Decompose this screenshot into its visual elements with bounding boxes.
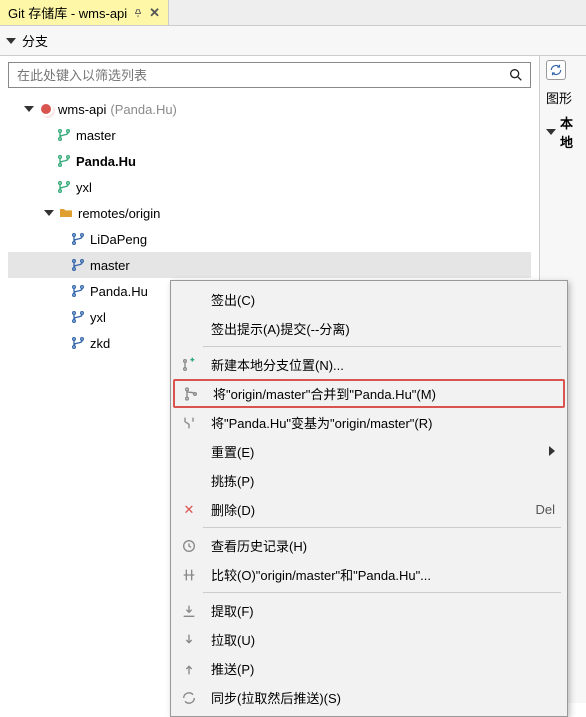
right-header-graph: 图形: [546, 88, 580, 107]
compare-icon: [177, 567, 201, 583]
close-icon[interactable]: ✕: [149, 5, 160, 21]
ctx-delete[interactable]: ✕删除(D)Del: [173, 495, 565, 524]
filter-input[interactable]: [15, 67, 502, 84]
filter-box[interactable]: [8, 62, 531, 88]
ctx-cherrypick[interactable]: 挑拣(P): [173, 466, 565, 495]
branch-label: LiDaPeng: [90, 232, 147, 247]
separator: [203, 592, 561, 593]
refresh-icon: [549, 63, 563, 77]
branch-label: master: [90, 258, 130, 273]
branch-icon: [56, 153, 72, 169]
ctx-checkout[interactable]: 签出(C): [173, 285, 565, 314]
branch-icon: [70, 257, 86, 273]
branch-remote[interactable]: LiDaPeng: [8, 226, 531, 252]
remotes-label: remotes/origin: [78, 206, 160, 221]
submenu-arrow-icon: [549, 444, 555, 459]
branch-icon: [70, 283, 86, 299]
branch-icon: [70, 309, 86, 325]
branch-local[interactable]: master: [8, 122, 531, 148]
pin-icon[interactable]: [133, 8, 143, 18]
chevron-down-icon[interactable]: [24, 106, 34, 112]
tab-bar: Git 存储库 - wms-api ✕: [0, 0, 586, 26]
branch-icon: [56, 179, 72, 195]
context-menu: 签出(C) 签出提示(A)提交(--分离) 新建本地分支位置(N)... 将"o…: [170, 280, 568, 717]
branch-label: yxl: [90, 310, 106, 325]
section-label: 分支: [22, 31, 48, 50]
branch-icon: [56, 127, 72, 143]
branch-label: zkd: [90, 336, 110, 351]
ctx-compare[interactable]: 比较(O)"origin/master"和"Panda.Hu"...: [173, 560, 565, 589]
branch-label: master: [76, 128, 116, 143]
history-icon: [177, 538, 201, 554]
refresh-button[interactable]: [546, 60, 566, 80]
ctx-rebase[interactable]: 将"Panda.Hu"变基为"origin/master"(R): [173, 408, 565, 437]
repo-owner: (Panda.Hu): [110, 102, 176, 117]
tab-git-repo[interactable]: Git 存储库 - wms-api ✕: [0, 0, 169, 25]
search-icon[interactable]: [508, 67, 524, 83]
push-icon: [177, 661, 201, 677]
folder-icon: [58, 205, 74, 221]
chevron-down-icon: [546, 129, 556, 135]
pull-icon: [177, 632, 201, 648]
tab-title: Git 存储库 - wms-api: [8, 3, 127, 22]
ctx-reset[interactable]: 重置(E): [173, 437, 565, 466]
branch-icon: [70, 335, 86, 351]
ctx-fetch[interactable]: 提取(F): [173, 596, 565, 625]
merge-icon: [179, 386, 203, 402]
shortcut: Del: [535, 502, 555, 517]
right-local-label: 本地: [560, 113, 580, 151]
git-icon: [38, 101, 54, 117]
expander-icon[interactable]: [6, 38, 16, 44]
separator: [203, 346, 561, 347]
section-header: 分支: [0, 26, 586, 56]
ctx-checkout-detached[interactable]: 签出提示(A)提交(--分离): [173, 314, 565, 343]
delete-icon: ✕: [177, 502, 201, 518]
repo-node[interactable]: wms-api (Panda.Hu): [8, 96, 531, 122]
ctx-history[interactable]: 查看历史记录(H): [173, 531, 565, 560]
ctx-pull[interactable]: 拉取(U): [173, 625, 565, 654]
fetch-icon: [177, 603, 201, 619]
branch-local[interactable]: yxl: [8, 174, 531, 200]
branch-label: Panda.Hu: [76, 154, 136, 169]
repo-name: wms-api: [58, 102, 106, 117]
chevron-down-icon[interactable]: [44, 210, 54, 216]
ctx-push[interactable]: 推送(P): [173, 654, 565, 683]
branch-label: Panda.Hu: [90, 284, 148, 299]
branch-remote-selected[interactable]: master: [8, 252, 531, 278]
branch-label: yxl: [76, 180, 92, 195]
branch-local[interactable]: Panda.Hu: [8, 148, 531, 174]
ctx-new-branch[interactable]: 新建本地分支位置(N)...: [173, 350, 565, 379]
rebase-icon: [177, 415, 201, 431]
sync-icon: [177, 690, 201, 706]
separator: [203, 527, 561, 528]
ctx-sync[interactable]: 同步(拉取然后推送)(S): [173, 683, 565, 712]
branch-icon: [70, 231, 86, 247]
new-branch-icon: [177, 357, 201, 373]
right-section-local[interactable]: 本地: [546, 113, 580, 151]
remotes-node[interactable]: remotes/origin: [8, 200, 531, 226]
ctx-merge[interactable]: 将"origin/master"合并到"Panda.Hu"(M): [173, 379, 565, 408]
